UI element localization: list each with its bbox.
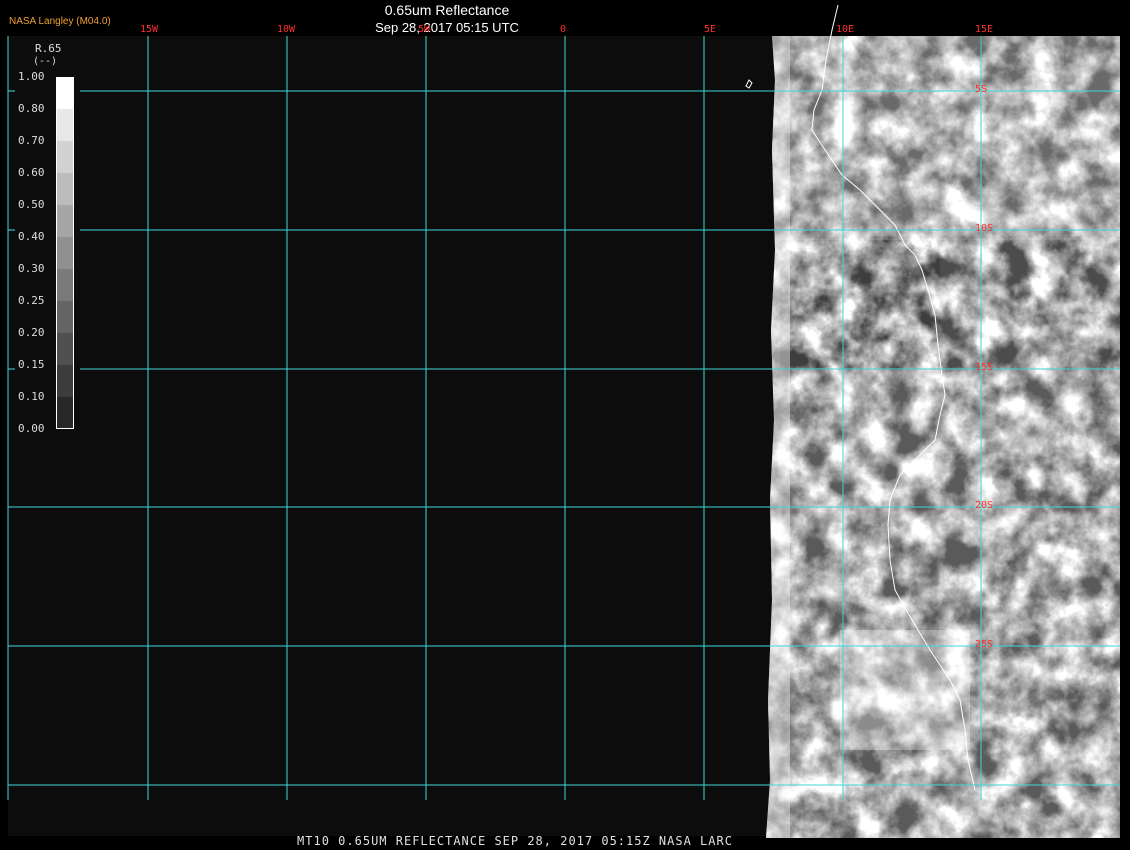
legend-tick-label: 0.00 [18,422,45,435]
lat-label-15s: 15S [975,362,994,373]
legend-tick-label: 0.20 [18,326,45,339]
lat-label-10s: 10S [975,223,994,234]
lon-label-10w: 10W [277,24,296,35]
lon-label-15e: 15E [975,24,994,35]
legend-tick-label: 0.50 [18,198,45,211]
lon-label-0: 0 [560,24,567,35]
lon-label-15w: 15W [140,24,159,35]
legend-tick-label: 0.70 [18,134,45,147]
legend-tick-label: 0.60 [18,166,45,179]
legend-unit: (--) [33,56,58,67]
lat-label-20s: 20S [975,500,994,511]
map-title: 0.65um Reflectance [384,2,510,18]
legend-tick-label: 0.30 [18,262,45,275]
legend-tick-label: 0.25 [18,294,45,307]
lon-label-10e: 10E [836,24,855,35]
satellite-map [7,4,1120,838]
lon-label-5w: 5W [418,24,431,35]
lon-label-5e: 5E [704,24,717,35]
lat-label-25s: 25S [975,639,994,650]
legend-variable: R.65 [35,42,62,55]
legend-tick-label: 0.40 [18,230,45,243]
lat-label-5s: 5S [975,84,988,95]
footer-caption: MT10 0.65UM REFLECTANCE SEP 28, 2017 05:… [297,834,733,848]
legend-tick-label: 0.10 [18,390,45,403]
legend-tick-label: 0.15 [18,358,45,371]
legend-tick-label: 0.80 [18,102,45,115]
color-legend: R.65 (--) 1.00 0.80 0.70 0.60 0.50 0.40 0.30 0.… [15,40,80,442]
legend-bar-outline [56,77,74,429]
satellite-imagery [766,36,1120,838]
legend-tick-label: 1.00 [18,70,45,83]
